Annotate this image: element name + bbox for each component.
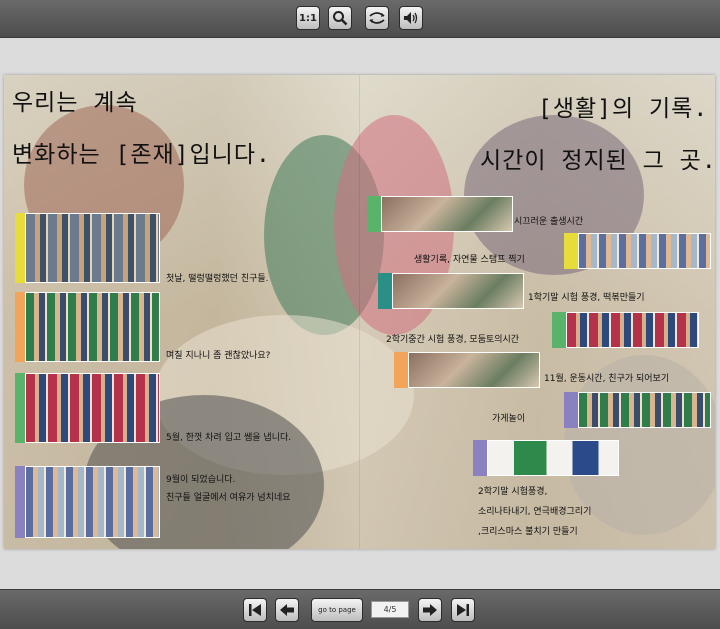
flip-button[interactable] [365, 6, 389, 30]
next-page-button[interactable] [418, 598, 442, 622]
purple-color-tab [15, 466, 25, 538]
first-page-button[interactable] [243, 598, 267, 622]
photo-class-activity [381, 196, 513, 232]
arrow-right-icon [423, 604, 437, 616]
go-to-page-button[interactable]: go to page [311, 598, 363, 622]
go-to-page-label: go to page [318, 606, 356, 614]
photo-students-smiling [578, 233, 711, 269]
first-page-icon [249, 604, 261, 616]
actual-size-label: 1:1 [299, 12, 317, 24]
green-color-tab [15, 373, 25, 443]
caption-store-play: 가게놀이 [492, 414, 526, 424]
caption-first-day: 첫날, 떨렁떨렁했던 친구들. [166, 274, 269, 284]
flip-icon [369, 12, 385, 24]
prev-page-button[interactable] [275, 598, 299, 622]
teal-color-tab [378, 273, 392, 309]
sound-icon [404, 12, 418, 24]
yellow-color-tab [15, 213, 25, 283]
caption-term-end-2: 소리나타내기, 연극배경그리기 [478, 507, 592, 517]
caption-birth-time: 시끄러운 출생시간 [514, 217, 584, 227]
caption-term-end-3: ,크리스마스 불치기 만들기 [478, 527, 578, 537]
book-spread: 우리는 계속 변화하는 [존재]입니다. 첫날, 떨렁떨렁했던 친구들. 며칠 … [4, 75, 715, 549]
yellow-color-tab [564, 233, 578, 269]
page-indicator[interactable]: 4/5 [371, 601, 409, 618]
top-toolbar: 1:1 [0, 0, 720, 38]
caption-may: 5월, 한껏 차려 입고 쌤을 냅니다. [166, 433, 292, 443]
zoom-button[interactable] [328, 6, 352, 30]
caption-september-1: 9월이 되었습니다. [166, 475, 236, 485]
arrow-left-icon [280, 604, 294, 616]
photo-store-play [578, 392, 711, 428]
green-color-tab [552, 312, 566, 348]
class-photo-few-days [25, 292, 160, 362]
caption-few-days: 며칠 지나니 좀 괜찮았나요? [166, 351, 271, 361]
left-title-line1: 우리는 계속 [12, 90, 138, 116]
caption-term-end-1: 2학기말 시험풍경, [478, 487, 548, 497]
last-page-icon [457, 604, 469, 616]
photo-exam-scene [392, 273, 524, 309]
caption-september-2: 친구들 얼굴에서 여유가 넘치네요 [166, 493, 291, 503]
orange-color-tab [15, 292, 25, 362]
page-indicator-text: 4/5 [383, 605, 397, 614]
photo-girls-group [566, 312, 699, 348]
right-title-line1: [생활]의 기록. [538, 96, 709, 122]
zoom-icon [333, 11, 348, 26]
purple-color-tab [473, 440, 487, 476]
left-title-line2: 변화하는 [존재]입니다. [12, 142, 271, 168]
caption-november: 11월, 운동시간, 친구가 되어보기 [544, 374, 670, 384]
photo-christmas-craft [487, 440, 619, 476]
actual-size-button[interactable]: 1:1 [296, 6, 320, 30]
caption-first-term-exam: 1학기말 시험 풍경, 떡볶만들기 [528, 293, 645, 303]
class-photo-may [25, 373, 160, 443]
page-spine [359, 75, 360, 549]
caption-nature-stamp: 생활기록, 자연물 스탬프 찍기 [414, 255, 525, 265]
right-title-line2: 시간이 정지된 그 곳. [480, 148, 715, 174]
orange-color-tab [394, 352, 408, 388]
class-photo-september [25, 466, 160, 538]
purple-color-tab [564, 392, 578, 428]
class-photo-first-day [25, 213, 160, 283]
caption-midterm-exam: 2학기중간 시험 풍경, 모둠토의시간 [386, 335, 520, 345]
photo-group-work [408, 352, 540, 388]
last-page-button[interactable] [451, 598, 475, 622]
green-color-tab [367, 196, 381, 232]
bottom-navbar: go to page 4/5 [0, 589, 720, 629]
sound-button[interactable] [399, 6, 423, 30]
